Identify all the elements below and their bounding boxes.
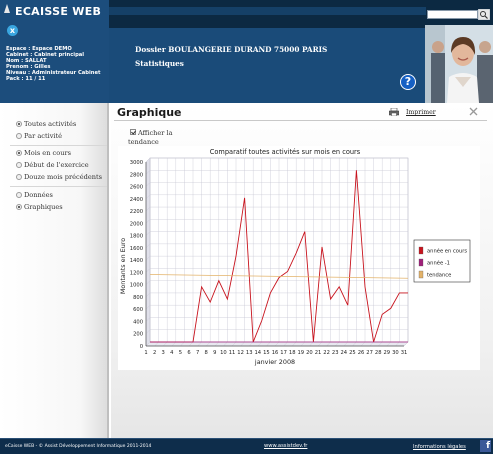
section-title: Statistiques [135,59,184,68]
activity-chart: 0200400600800100012001400160018002000220… [118,146,480,370]
chart-x-tick-label: 20 [306,350,313,356]
chart-x-tick-label: 13 [246,350,253,356]
pointer-icon [4,4,10,13]
sidebar-item-douze-mois[interactable]: Douze mois précédents [24,173,102,181]
chart-legend-swatch [418,270,424,279]
footer-website-link[interactable]: www.assistdev.fr [264,443,307,449]
chart-y-label: Montants en Euro [119,238,127,294]
chart-x-tick-label: 18 [289,350,296,356]
chart-legend-label: année -1 [427,260,450,267]
printer-icon[interactable] [389,108,399,116]
chart-y-tick-label: 1200 [130,270,143,276]
chart-y-tick-label: 3000 [130,160,143,166]
chart-y-tick-label: 1600 [130,246,143,252]
facebook-icon[interactable]: f [480,440,491,452]
chart-legend-swatch [418,258,424,267]
sidebar-item-debut-exercice[interactable]: Début de l'exercice [24,161,89,169]
top-strip [109,7,426,15]
chart-x-tick-label: 7 [196,350,199,356]
chart-x-tick-label: 16 [272,350,279,356]
chart-x-tick-label: 3 [162,350,165,356]
chart-x-label: janvier 2008 [254,358,295,366]
chart-y-tick-label: 1400 [130,258,143,264]
sidebar-item-par-activite[interactable]: Par activité [24,132,62,140]
sidebar-item-graphiques[interactable]: Graphiques [24,203,63,211]
chart-y-tick-label: 1800 [130,234,143,240]
chart-x-tick-label: 14 [254,350,261,356]
chart-x-tick-label: 24 [340,350,347,356]
radio-douze-mois[interactable] [16,174,22,180]
trend-checkbox-label: Afficher la tendance [128,129,173,146]
footer-legal-link[interactable]: Informations légales [413,444,466,450]
dossier-title: Dossier BOULANGERIE DURAND 75000 PARIS [135,45,328,54]
chart-y-tick-label: 2400 [130,197,143,203]
close-session-icon[interactable]: x [7,25,18,36]
sidebar-item-donnees[interactable]: Données [24,191,53,199]
chart-x-tick-label: 6 [187,350,190,356]
radio-toutes-activites[interactable] [16,121,22,127]
chart-x-tick-label: 2 [153,350,156,356]
chart-x-tick-label: 29 [383,350,390,356]
chart-legend-label: tendance [427,273,451,279]
page-title: Graphique [117,106,182,119]
chart-y-tick-label: 2000 [130,221,143,227]
chart-y-tick-label: 0 [140,344,143,350]
chart-x-tick-label: 28 [375,350,382,356]
chart-title: Comparatif toutes activités sur mois en … [210,148,361,156]
chart-x-tick-label: 31 [401,350,408,356]
header-photo [425,25,493,103]
title-divider [114,120,487,121]
chart-y-tick-label: 2200 [130,209,143,215]
app-header: ECAISSE WEB x Espace : Espace DEMO Cabin… [0,0,493,103]
chart-x-tick-label: 22 [323,350,330,356]
chart-x-tick-label: 11 [229,350,236,356]
user-info-line: Pack : 11 / 11 [6,76,46,82]
chart-x-tick-label: 5 [179,350,182,356]
sidebar-divider [10,145,107,146]
search-input[interactable] [427,10,478,19]
chart-x-tick-label: 17 [280,350,287,356]
chart-x-tick-label: 23 [332,350,339,356]
chart-x-tick-label: 27 [366,350,373,356]
chart-x-tick-label: 19 [297,350,304,356]
print-link[interactable]: Imprimer [406,109,436,116]
sidebar-divider [10,186,107,187]
chart-x-tick-label: 12 [237,350,244,356]
brand-panel: ECAISSE WEB x Espace : Espace DEMO Cabin… [0,0,109,103]
sidebar-item-mois-en-cours[interactable]: Mois en cours [24,149,71,157]
radio-par-activite[interactable] [16,133,22,139]
chart-y-tick-label: 800 [133,295,143,301]
search-icon[interactable] [478,9,490,20]
chart-y-tick-label: 400 [133,319,143,325]
app-title: ECAISSE WEB [15,5,102,18]
chart-x-tick-label: 1 [144,350,147,356]
help-icon[interactable]: ? [400,74,416,90]
chart-y-tick-label: 600 [133,307,143,313]
footer-copyright: eCaisse WEB - © Assist Développement Inf… [5,444,152,449]
chart-legend-label: année en cours [427,248,467,255]
chart-y-tick-label: 2600 [130,185,143,191]
radio-debut-exercice[interactable] [16,162,22,168]
chart-x-tick-label: 30 [392,350,399,356]
chart-y-tick-label: 1000 [130,283,143,289]
radio-mois-en-cours[interactable] [16,150,22,156]
chart-y-tick-label: 2800 [130,172,143,178]
chart-legend-swatch [418,246,424,255]
close-icon[interactable] [469,107,478,116]
chart-x-tick-label: 21 [315,350,322,356]
radio-graphiques[interactable] [16,204,22,210]
sidebar-item-toutes-activites[interactable]: Toutes activités [24,120,76,128]
chart-x-tick-label: 9 [213,350,216,356]
chart-x-tick-label: 8 [205,350,208,356]
chart-x-tick-label: 10 [220,350,227,356]
radio-donnees[interactable] [16,192,22,198]
chart-x-tick-label: 25 [349,350,356,356]
chart-x-tick-label: 15 [263,350,270,356]
chart-y-tick-label: 200 [133,332,143,338]
user-info: Espace : Espace DEMO Cabinet : Cabinet p… [6,46,100,82]
chart-x-tick-label: 26 [358,350,365,356]
